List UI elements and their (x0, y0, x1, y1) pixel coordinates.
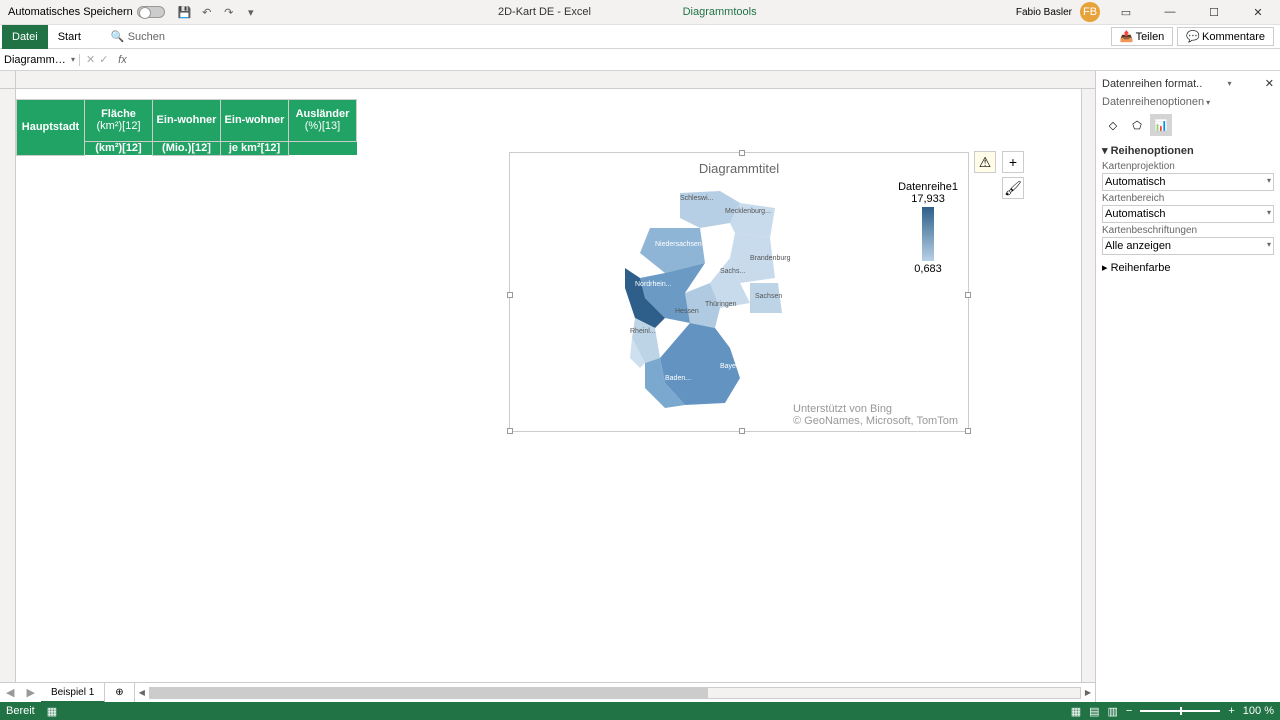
zoom-in-icon[interactable]: + (1228, 705, 1234, 717)
avatar[interactable]: FB (1080, 2, 1100, 22)
quick-access: 💾 ↶ ↷ ▾ (177, 4, 259, 20)
macro-icon[interactable]: ▦ (47, 705, 57, 718)
context-tab-label: Diagrammtools (683, 6, 757, 18)
pane-section-options[interactable]: ▾ Reihenoptionen (1102, 144, 1274, 157)
pane-label-labels: Kartenbeschriftungen (1102, 225, 1274, 236)
view-page-icon[interactable]: ▤ (1089, 705, 1099, 718)
comments-button[interactable]: 💬 Kommentare (1177, 27, 1274, 46)
new-sheet-button[interactable]: ⊕ (105, 683, 134, 703)
pane-select-area[interactable]: Automatisch▾ (1102, 205, 1274, 223)
zoom-slider[interactable] (1140, 710, 1220, 712)
search-icon: 🔍 (111, 30, 125, 43)
customize-icon[interactable]: ▾ (243, 4, 259, 20)
zoom-level[interactable]: 100 % (1243, 705, 1274, 717)
search-box[interactable]: 🔍 Suchen (111, 30, 165, 43)
tab-start[interactable]: Start (48, 25, 91, 49)
pane-subtitle[interactable]: Datenreihenoptionen ▾ (1102, 96, 1274, 108)
zoom-out-icon[interactable]: − (1126, 705, 1132, 717)
pane-label-area: Kartenbereich (1102, 193, 1274, 204)
minimize-icon[interactable]: — (1152, 0, 1188, 24)
pane-select-projection[interactable]: Automatisch▾ (1102, 173, 1274, 191)
sheet-tabs-row: ◀ ▶ Beispiel 1 ⊕ ◀ ▶ (0, 682, 1095, 702)
map-chart[interactable]: Diagrammtitel Datenreihe1 17,933 0,683 (509, 152, 969, 432)
pane-label-projection: Kartenprojektion (1102, 161, 1274, 172)
horizontal-scrollbar[interactable] (149, 687, 1081, 699)
cancel-icon[interactable]: ✕ (86, 53, 95, 66)
view-break-icon[interactable]: ▥ (1108, 705, 1118, 718)
titlebar: Automatisches Speichern 💾 ↶ ↷ ▾ 2D-Kart … (0, 0, 1280, 25)
pane-fill-icon[interactable]: ◇ (1102, 114, 1124, 136)
header-flaeche[interactable]: Fläche(km²)[12] (85, 99, 153, 141)
username: Fabio Basler (1016, 7, 1072, 18)
sheet-tab[interactable]: Beispiel 1 (41, 683, 105, 703)
select-all-corner[interactable] (0, 71, 16, 88)
confirm-icon[interactable]: ✓ (99, 53, 108, 66)
vertical-scrollbar[interactable] (1081, 89, 1095, 682)
row-headers (0, 89, 16, 682)
view-normal-icon[interactable]: ▦ (1071, 705, 1081, 718)
formula-bar-row: Diagramm…▾ ✕ ✓ fx (0, 49, 1280, 71)
ribbon-tabs: Datei Start 🔍 Suchen 📤 Teilen 💬 Kommenta… (0, 25, 1280, 49)
close-icon[interactable]: ✕ (1240, 0, 1276, 24)
pane-select-labels[interactable]: Alle anzeigen▾ (1102, 237, 1274, 255)
pane-title: Datenreihen format..▾ ✕ (1102, 77, 1274, 90)
save-icon[interactable]: 💾 (177, 4, 193, 20)
pane-series-icon[interactable]: 📊 (1150, 114, 1172, 136)
chart-credit: Unterstützt von Bing© GeoNames, Microsof… (793, 403, 958, 427)
tab-nav-prev-icon[interactable]: ◀ (0, 686, 20, 699)
pane-section-color[interactable]: ▸ Reihenfarbe (1102, 261, 1274, 274)
toggle-switch[interactable] (137, 6, 165, 18)
ribbon-display-icon[interactable]: ▭ (1108, 0, 1144, 24)
redo-icon[interactable]: ↷ (221, 4, 237, 20)
header-einwohner[interactable]: Ein-wohner (153, 99, 221, 141)
chart-legend: Datenreihe1 17,933 0,683 (898, 181, 958, 275)
statusbar: Bereit ▦ ▦ ▤ ▥ − + 100 % (0, 702, 1280, 720)
maximize-icon[interactable]: ☐ (1196, 0, 1232, 24)
format-pane: Datenreihen format..▾ ✕ Datenreihenoptio… (1095, 71, 1280, 702)
pane-close-icon[interactable]: ✕ (1265, 77, 1274, 90)
header-auslaender[interactable]: Ausländer(%)[13] (289, 99, 357, 141)
name-box[interactable]: Diagramm…▾ (0, 54, 80, 66)
hscroll-right-icon[interactable]: ▶ (1085, 688, 1091, 697)
chart-title[interactable]: Diagrammtitel (510, 161, 968, 176)
document-title: 2D-Kart DE - Excel Diagrammtools (259, 6, 1016, 18)
data-table: Hauptstadt Fläche(km²)[12] Ein-wohner Ei… (16, 89, 357, 156)
tab-nav-next-icon[interactable]: ▶ (20, 686, 40, 699)
undo-icon[interactable]: ↶ (199, 4, 215, 20)
header-einwohner-km[interactable]: Ein-wohner (221, 99, 289, 141)
chart-styles-icon[interactable]: 🖌 (1002, 177, 1024, 199)
titlebar-right: Fabio Basler FB ▭ — ☐ ✕ (1016, 0, 1276, 24)
autosave-label: Automatisches Speichern (8, 6, 133, 18)
hscroll-left-icon[interactable]: ◀ (139, 688, 145, 697)
chart-warning-icon[interactable]: ⚠ (974, 151, 996, 173)
header-hauptstadt[interactable]: Hauptstadt (17, 99, 85, 155)
column-headers (0, 71, 1095, 89)
share-button[interactable]: 📤 Teilen (1111, 27, 1173, 46)
status-ready: Bereit (6, 705, 35, 717)
autosave-toggle[interactable]: Automatisches Speichern (8, 6, 165, 18)
legend-gradient (922, 207, 934, 261)
pane-effects-icon[interactable]: ⬠ (1126, 114, 1148, 136)
cell-grid[interactable]: Hauptstadt Fläche(km²)[12] Ein-wohner Ei… (16, 89, 1081, 682)
tab-file[interactable]: Datei (2, 25, 48, 49)
fx-icon[interactable]: fx (114, 54, 130, 66)
chart-elements-icon[interactable]: + (1002, 151, 1024, 173)
